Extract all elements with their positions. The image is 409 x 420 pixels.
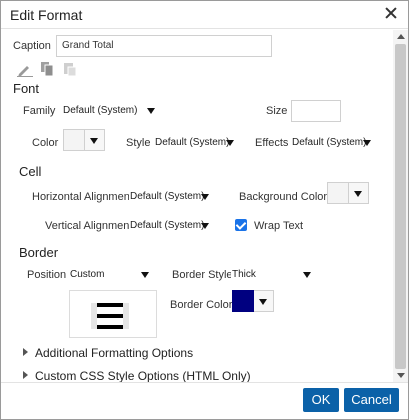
chevron-down-icon [226, 140, 234, 146]
custom-css-expander[interactable]: Custom CSS Style Options (HTML Only) [23, 369, 251, 382]
additional-formatting-label: Additional Formatting Options [35, 346, 194, 360]
dialog-titlebar: Edit Format [1, 1, 408, 29]
chevron-down-icon [303, 272, 311, 278]
vertical-alignment-label: Vertical Alignment [45, 220, 133, 232]
chevron-down-icon [147, 108, 155, 114]
wrap-text-label: Wrap Text [254, 220, 304, 232]
border-preview[interactable] [69, 290, 157, 338]
style-label: Style [126, 137, 151, 149]
border-style-select[interactable]: Thick [231, 265, 313, 285]
size-label: Size [266, 105, 288, 117]
custom-css-label: Custom CSS Style Options (HTML Only) [35, 369, 251, 382]
chevron-down-icon[interactable] [85, 129, 105, 151]
chevron-down-icon[interactable] [254, 290, 274, 312]
dialog-body: Caption Grand Total Font Family Default … [1, 30, 393, 382]
border-style-value: Thick [232, 269, 256, 280]
horizontal-alignment-select[interactable]: Default (System) [129, 187, 211, 207]
font-color-swatch[interactable] [63, 129, 85, 151]
pencil-icon[interactable] [17, 63, 33, 77]
horizontal-alignment-value: Default (System) [130, 191, 205, 202]
family-select-value: Default (System) [63, 105, 138, 116]
wrap-text-checkbox[interactable] [235, 219, 247, 231]
cancel-button[interactable]: Cancel [344, 388, 399, 412]
vertical-scrollbar[interactable] [393, 30, 408, 382]
copy-icon[interactable] [41, 62, 54, 76]
dialog-footer: OK Cancel [1, 382, 408, 419]
background-color-swatch[interactable] [327, 182, 349, 204]
horizontal-alignment-label: Horizontal Alignment [32, 191, 133, 203]
border-style-label: Border Style [172, 269, 233, 281]
edit-format-dialog: Edit Format Caption Grand Total Font Fam… [0, 0, 409, 420]
scroll-up-icon[interactable] [397, 34, 405, 39]
border-color-label: Border Color [170, 299, 233, 311]
close-icon[interactable] [384, 6, 398, 20]
family-label: Family [23, 105, 56, 117]
caption-label: Caption [13, 40, 51, 52]
font-color-picker[interactable] [63, 129, 105, 151]
chevron-down-icon [201, 223, 209, 229]
cell-heading: Cell [19, 164, 42, 179]
scrollbar-thumb[interactable] [395, 44, 406, 369]
size-input[interactable] [291, 100, 341, 122]
family-select[interactable]: Default (System) [62, 101, 157, 121]
color-label: Color [32, 137, 59, 149]
position-label: Position [27, 269, 67, 281]
effects-label: Effects [255, 137, 289, 149]
chevron-down-icon [363, 140, 371, 146]
border-color-picker[interactable] [232, 290, 274, 312]
paste-icon[interactable] [64, 62, 77, 76]
effects-select-value: Default (System) [292, 137, 367, 148]
chevron-right-icon [23, 371, 28, 379]
dialog-title: Edit Format [10, 7, 83, 23]
additional-formatting-expander[interactable]: Additional Formatting Options [23, 346, 193, 360]
border-preview-middle-line [97, 314, 123, 318]
background-color-picker[interactable] [327, 182, 369, 204]
font-heading: Font [13, 81, 40, 96]
chevron-down-icon[interactable] [349, 182, 369, 204]
border-heading: Border [19, 245, 59, 260]
chevron-down-icon [141, 272, 149, 278]
caption-input[interactable]: Grand Total [56, 35, 272, 57]
chevron-right-icon [23, 348, 28, 356]
border-color-swatch[interactable] [232, 290, 254, 312]
style-select-value: Default (System) [155, 137, 230, 148]
chevron-down-icon [201, 194, 209, 200]
scroll-down-icon[interactable] [397, 373, 405, 378]
effects-select[interactable]: Default (System) [291, 133, 373, 153]
style-select[interactable]: Default (System) [154, 133, 236, 153]
vertical-alignment-select[interactable]: Default (System) [129, 216, 211, 236]
ok-button[interactable]: OK [303, 388, 339, 412]
border-position-select[interactable]: Custom [69, 265, 151, 285]
vertical-alignment-value: Default (System) [130, 220, 205, 231]
background-color-label: Background Color [239, 191, 328, 203]
border-position-value: Custom [70, 269, 105, 280]
